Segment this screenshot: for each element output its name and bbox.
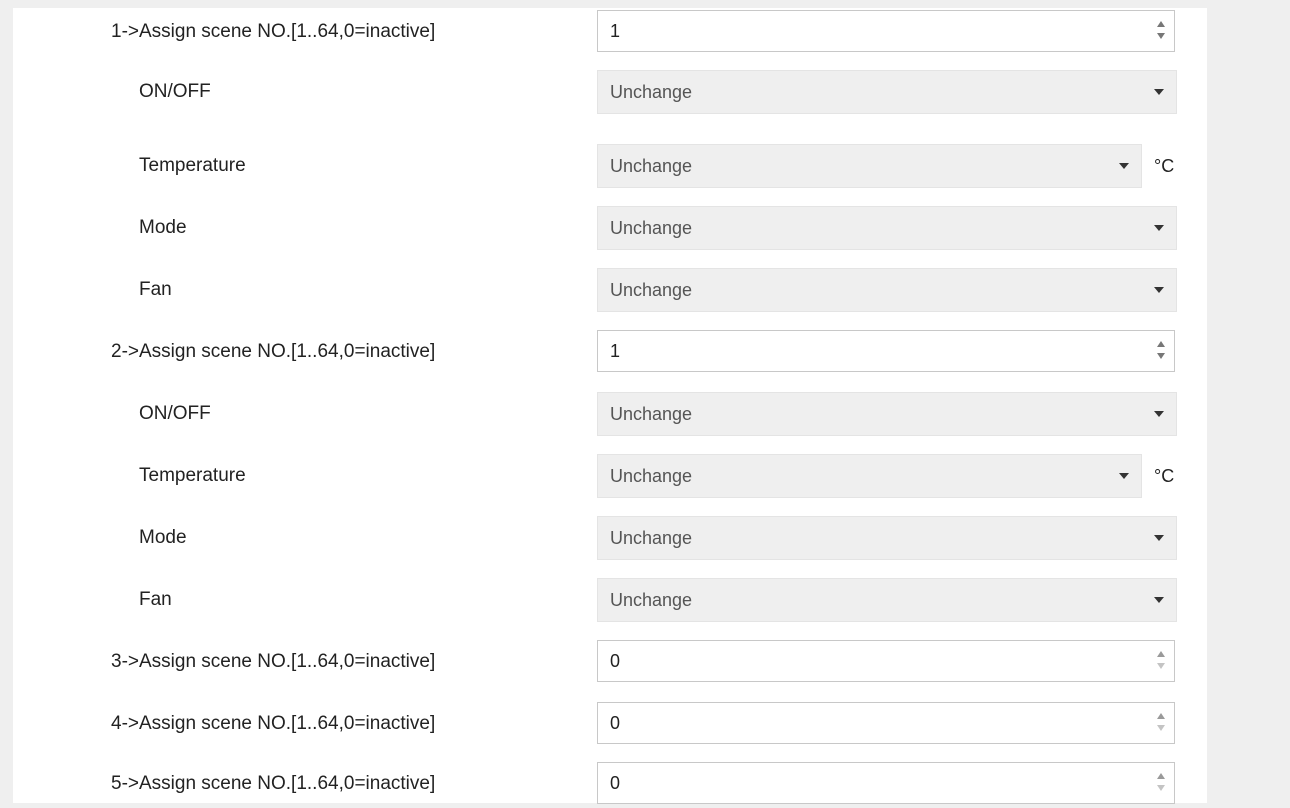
- spinner-down-icon[interactable]: [1157, 725, 1165, 731]
- fan-value: Unchange: [610, 590, 693, 610]
- scene-row-4: 4->Assign scene NO.[1..64,0=inactive] 0: [13, 700, 1207, 748]
- scene-row-2: 2->Assign scene NO.[1..64,0=inactive] 1: [13, 328, 1207, 376]
- spinner-down-icon[interactable]: [1157, 353, 1165, 359]
- mode-select[interactable]: Unchange: [597, 516, 1177, 560]
- temperature-unit: °C: [1154, 466, 1175, 486]
- parameter-panel: 1->Assign scene NO.[1..64,0=inactive] 1 …: [13, 8, 1207, 804]
- chevron-down-icon[interactable]: [1119, 473, 1129, 479]
- fan-row-1: Fan Unchange: [13, 266, 1207, 314]
- scene-label: 2->Assign scene NO.[1..64,0=inactive]: [111, 341, 436, 362]
- onoff-label: ON/OFF: [139, 403, 211, 424]
- spinner-up-icon[interactable]: [1157, 21, 1165, 27]
- temperature-unit: °C: [1154, 156, 1175, 176]
- onoff-value: Unchange: [610, 82, 693, 102]
- onoff-row-1: ON/OFF Unchange: [13, 68, 1207, 116]
- fan-value: Unchange: [610, 280, 693, 300]
- fan-row-2: Fan Unchange: [13, 576, 1207, 624]
- spinner-arrows-icon[interactable]: [1154, 18, 1168, 44]
- chevron-down-icon[interactable]: [1154, 287, 1164, 293]
- mode-row-2: Mode Unchange: [13, 514, 1207, 562]
- onoff-select[interactable]: Unchange: [597, 392, 1177, 436]
- scene-number-input[interactable]: 0: [597, 640, 1175, 682]
- spinner-up-icon[interactable]: [1157, 651, 1165, 657]
- temperature-value: Unchange: [610, 156, 693, 176]
- mode-row-1: Mode Unchange: [13, 204, 1207, 252]
- scene-label: 4->Assign scene NO.[1..64,0=inactive]: [111, 713, 436, 734]
- spinner-down-icon[interactable]: [1157, 785, 1165, 791]
- spinner-up-icon[interactable]: [1157, 773, 1165, 779]
- mode-select[interactable]: Unchange: [597, 206, 1177, 250]
- mode-value: Unchange: [610, 218, 693, 238]
- scene-number-input[interactable]: 0: [597, 762, 1175, 804]
- temperature-row-1: Temperature Unchange °C: [13, 142, 1207, 190]
- chevron-down-icon[interactable]: [1154, 535, 1164, 541]
- spinner-up-icon[interactable]: [1157, 713, 1165, 719]
- temperature-value: Unchange: [610, 466, 693, 486]
- temperature-row-2: Temperature Unchange °C: [13, 452, 1207, 500]
- spinner-down-icon[interactable]: [1157, 663, 1165, 669]
- temperature-label: Temperature: [139, 465, 246, 486]
- spinner-arrows-icon[interactable]: [1154, 338, 1168, 364]
- scene-number-value: 0: [610, 713, 621, 733]
- scene-number-value: 0: [610, 651, 621, 671]
- spinner-arrows-icon[interactable]: [1154, 710, 1168, 736]
- scene-number-input[interactable]: 1: [597, 330, 1175, 372]
- scene-row-3: 3->Assign scene NO.[1..64,0=inactive] 0: [13, 638, 1207, 686]
- scene-row-5: 5->Assign scene NO.[1..64,0=inactive] 0: [13, 760, 1207, 808]
- scene-number-value: 1: [610, 21, 621, 41]
- scene-number-input[interactable]: 1: [597, 10, 1175, 52]
- temperature-label: Temperature: [139, 155, 246, 176]
- mode-label: Mode: [139, 217, 187, 238]
- chevron-down-icon[interactable]: [1119, 163, 1129, 169]
- chevron-down-icon[interactable]: [1154, 597, 1164, 603]
- onoff-select[interactable]: Unchange: [597, 70, 1177, 114]
- spinner-arrows-icon[interactable]: [1154, 770, 1168, 796]
- onoff-label: ON/OFF: [139, 81, 211, 102]
- scene-number-input[interactable]: 0: [597, 702, 1175, 744]
- chevron-down-icon[interactable]: [1154, 89, 1164, 95]
- spinner-down-icon[interactable]: [1157, 33, 1165, 39]
- fan-label: Fan: [139, 589, 172, 610]
- scene-label: 1->Assign scene NO.[1..64,0=inactive]: [111, 21, 436, 42]
- fan-select[interactable]: Unchange: [597, 268, 1177, 312]
- onoff-value: Unchange: [610, 404, 693, 424]
- chevron-down-icon[interactable]: [1154, 411, 1164, 417]
- scene-row-1: 1->Assign scene NO.[1..64,0=inactive] 1: [13, 8, 1207, 56]
- mode-label: Mode: [139, 527, 187, 548]
- temperature-select[interactable]: Unchange: [597, 454, 1142, 498]
- temperature-select[interactable]: Unchange: [597, 144, 1142, 188]
- scene-number-value: 1: [610, 341, 621, 361]
- fan-select[interactable]: Unchange: [597, 578, 1177, 622]
- onoff-row-2: ON/OFF Unchange: [13, 390, 1207, 438]
- spinner-up-icon[interactable]: [1157, 341, 1165, 347]
- spinner-arrows-icon[interactable]: [1154, 648, 1168, 674]
- mode-value: Unchange: [610, 528, 693, 548]
- scene-number-value: 0: [610, 773, 621, 793]
- fan-label: Fan: [139, 279, 172, 300]
- chevron-down-icon[interactable]: [1154, 225, 1164, 231]
- scene-label: 3->Assign scene NO.[1..64,0=inactive]: [111, 651, 436, 672]
- scene-label: 5->Assign scene NO.[1..64,0=inactive]: [111, 773, 436, 794]
